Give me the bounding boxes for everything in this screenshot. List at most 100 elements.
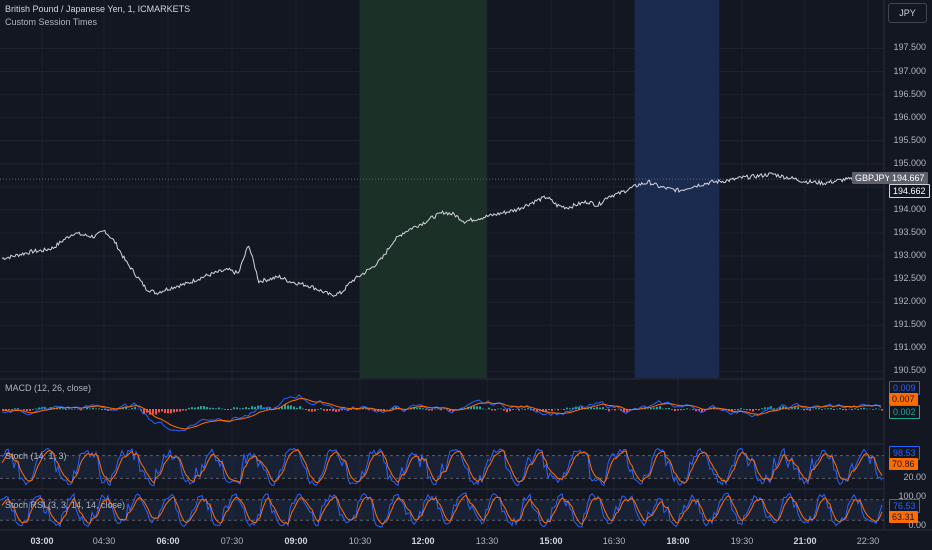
macd-histogram-bar bbox=[299, 406, 301, 410]
macd-histogram-bar bbox=[839, 408, 841, 410]
macd-histogram-bar bbox=[254, 406, 256, 410]
macd-histogram-bar bbox=[209, 407, 211, 410]
macd-histogram-bar bbox=[596, 406, 598, 410]
macd-histogram-bar bbox=[788, 409, 790, 410]
macd-histogram-bar bbox=[176, 409, 178, 412]
macd-histogram-bar bbox=[752, 409, 754, 412]
macd-histogram-bar bbox=[860, 408, 862, 410]
stoch-pane bbox=[0, 447, 884, 487]
time-tick: 13:30 bbox=[475, 536, 499, 546]
time-tick: 09:00 bbox=[284, 536, 308, 546]
time-tick: 21:00 bbox=[793, 536, 817, 546]
macd-histogram-bar bbox=[605, 409, 607, 410]
macd-histogram-bar bbox=[746, 409, 748, 411]
session-shading-green bbox=[359, 0, 487, 378]
macd-histogram-bar bbox=[845, 409, 847, 411]
macd-histogram-bar bbox=[599, 407, 601, 410]
macd-histogram-bar bbox=[503, 409, 505, 411]
stoch-rsi-tick-0: 0.00 bbox=[908, 520, 926, 530]
macd-histogram-bar bbox=[866, 408, 868, 410]
indicator-name[interactable]: Custom Session Times bbox=[5, 17, 97, 27]
time-tick: 04:30 bbox=[92, 536, 116, 546]
macd-histogram-bar bbox=[131, 408, 133, 410]
macd-histogram-bar bbox=[734, 409, 736, 410]
time-tick: 07:30 bbox=[220, 536, 244, 546]
macd-histogram-bar bbox=[608, 409, 610, 412]
currency-button[interactable]: JPY bbox=[888, 3, 927, 23]
macd-histogram-bar bbox=[593, 407, 595, 410]
macd-histogram-bar bbox=[194, 407, 196, 410]
macd-histogram-bar bbox=[26, 409, 28, 412]
macd-histogram-bar bbox=[677, 409, 679, 411]
symbol-title: British Pound / Japanese Yen, 1, ICMARKE… bbox=[5, 4, 191, 14]
macd-histogram-bar bbox=[158, 409, 160, 413]
macd-histogram-bar bbox=[737, 409, 739, 411]
macd-histogram-bar bbox=[614, 409, 616, 411]
macd-histogram-bar bbox=[674, 409, 676, 412]
macd-histogram-bar bbox=[143, 409, 145, 414]
macd-histogram-bar bbox=[494, 409, 496, 411]
macd-histogram-bar bbox=[761, 408, 763, 410]
macd-histogram-bar bbox=[650, 407, 652, 410]
macd-histogram-bar bbox=[311, 409, 313, 412]
macd-histogram-bar bbox=[35, 408, 37, 410]
macd-histogram-bar bbox=[164, 409, 166, 414]
macd-histogram-bar bbox=[818, 408, 820, 410]
macd-histogram-bar bbox=[242, 408, 244, 410]
price-tick: 197.000 bbox=[893, 65, 926, 76]
macd-histogram-bar bbox=[86, 407, 88, 410]
macd-histogram-bar bbox=[161, 409, 163, 412]
macd-histogram-bar bbox=[332, 409, 334, 412]
macd-histogram-bar bbox=[863, 407, 865, 410]
macd-histogram-bar bbox=[329, 409, 331, 411]
macd-histogram-bar bbox=[497, 408, 499, 410]
macd-histogram-bar bbox=[68, 408, 70, 410]
macd-histogram-bar bbox=[656, 406, 658, 410]
macd-histogram-bar bbox=[512, 409, 514, 410]
macd-histogram-bar bbox=[509, 409, 511, 412]
price-tick: 192.500 bbox=[893, 273, 926, 284]
macd-histogram-bar bbox=[290, 405, 292, 410]
macd-histogram-bar bbox=[23, 409, 25, 411]
macd-histogram-bar bbox=[476, 406, 478, 410]
macd-histogram-bar bbox=[212, 407, 214, 410]
time-tick: 03:00 bbox=[30, 536, 54, 546]
macd-histogram-bar bbox=[518, 409, 520, 411]
time-tick: 15:00 bbox=[539, 536, 563, 546]
macd-histogram-bar bbox=[665, 408, 667, 410]
stoch-rsi-pane bbox=[0, 492, 884, 528]
macd-histogram-bar bbox=[29, 409, 31, 412]
macd-histogram-bar bbox=[89, 408, 91, 410]
macd-histogram-bar bbox=[155, 409, 157, 415]
stoch-rsi-label[interactable]: Stoch RSI (3, 3, 14, 14, close) bbox=[5, 500, 125, 510]
symbol-price-value: 194.667 bbox=[889, 172, 928, 184]
macd-histogram-bar bbox=[95, 408, 97, 410]
macd-histogram-bar bbox=[317, 409, 319, 410]
macd-histogram-bar bbox=[692, 409, 694, 410]
macd-histogram-bar bbox=[8, 409, 10, 410]
chart-canvas[interactable] bbox=[0, 0, 932, 550]
macd-histogram-bar bbox=[200, 406, 202, 410]
macd-histogram-bar bbox=[803, 409, 805, 411]
stoch-label[interactable]: Stoch (14, 1, 3) bbox=[5, 451, 67, 461]
macd-histogram-bar bbox=[101, 409, 103, 410]
macd-histogram-bar bbox=[248, 407, 250, 410]
macd-histogram-bar bbox=[32, 409, 34, 410]
macd-histogram-bar bbox=[551, 409, 553, 412]
macd-label[interactable]: MACD (12, 26, close) bbox=[5, 383, 91, 393]
macd-histogram-bar bbox=[647, 408, 649, 410]
macd-histogram-bar bbox=[545, 409, 547, 412]
macd-histogram-bar bbox=[251, 406, 253, 410]
macd-histogram-bar bbox=[293, 406, 295, 410]
macd-histogram-bar bbox=[62, 408, 64, 410]
current-price-badge: 194.662 bbox=[889, 184, 930, 198]
price-tick: 195.500 bbox=[893, 134, 926, 145]
price-tick: 192.000 bbox=[893, 296, 926, 307]
macd-histogram-bar bbox=[740, 408, 742, 410]
macd-histogram-bar bbox=[563, 409, 565, 411]
macd-histogram-bar bbox=[842, 409, 844, 411]
macd-histogram-bar bbox=[341, 409, 343, 411]
price-tick: 196.500 bbox=[893, 88, 926, 99]
time-tick: 19:30 bbox=[730, 536, 754, 546]
macd-histogram-bar bbox=[743, 409, 745, 410]
